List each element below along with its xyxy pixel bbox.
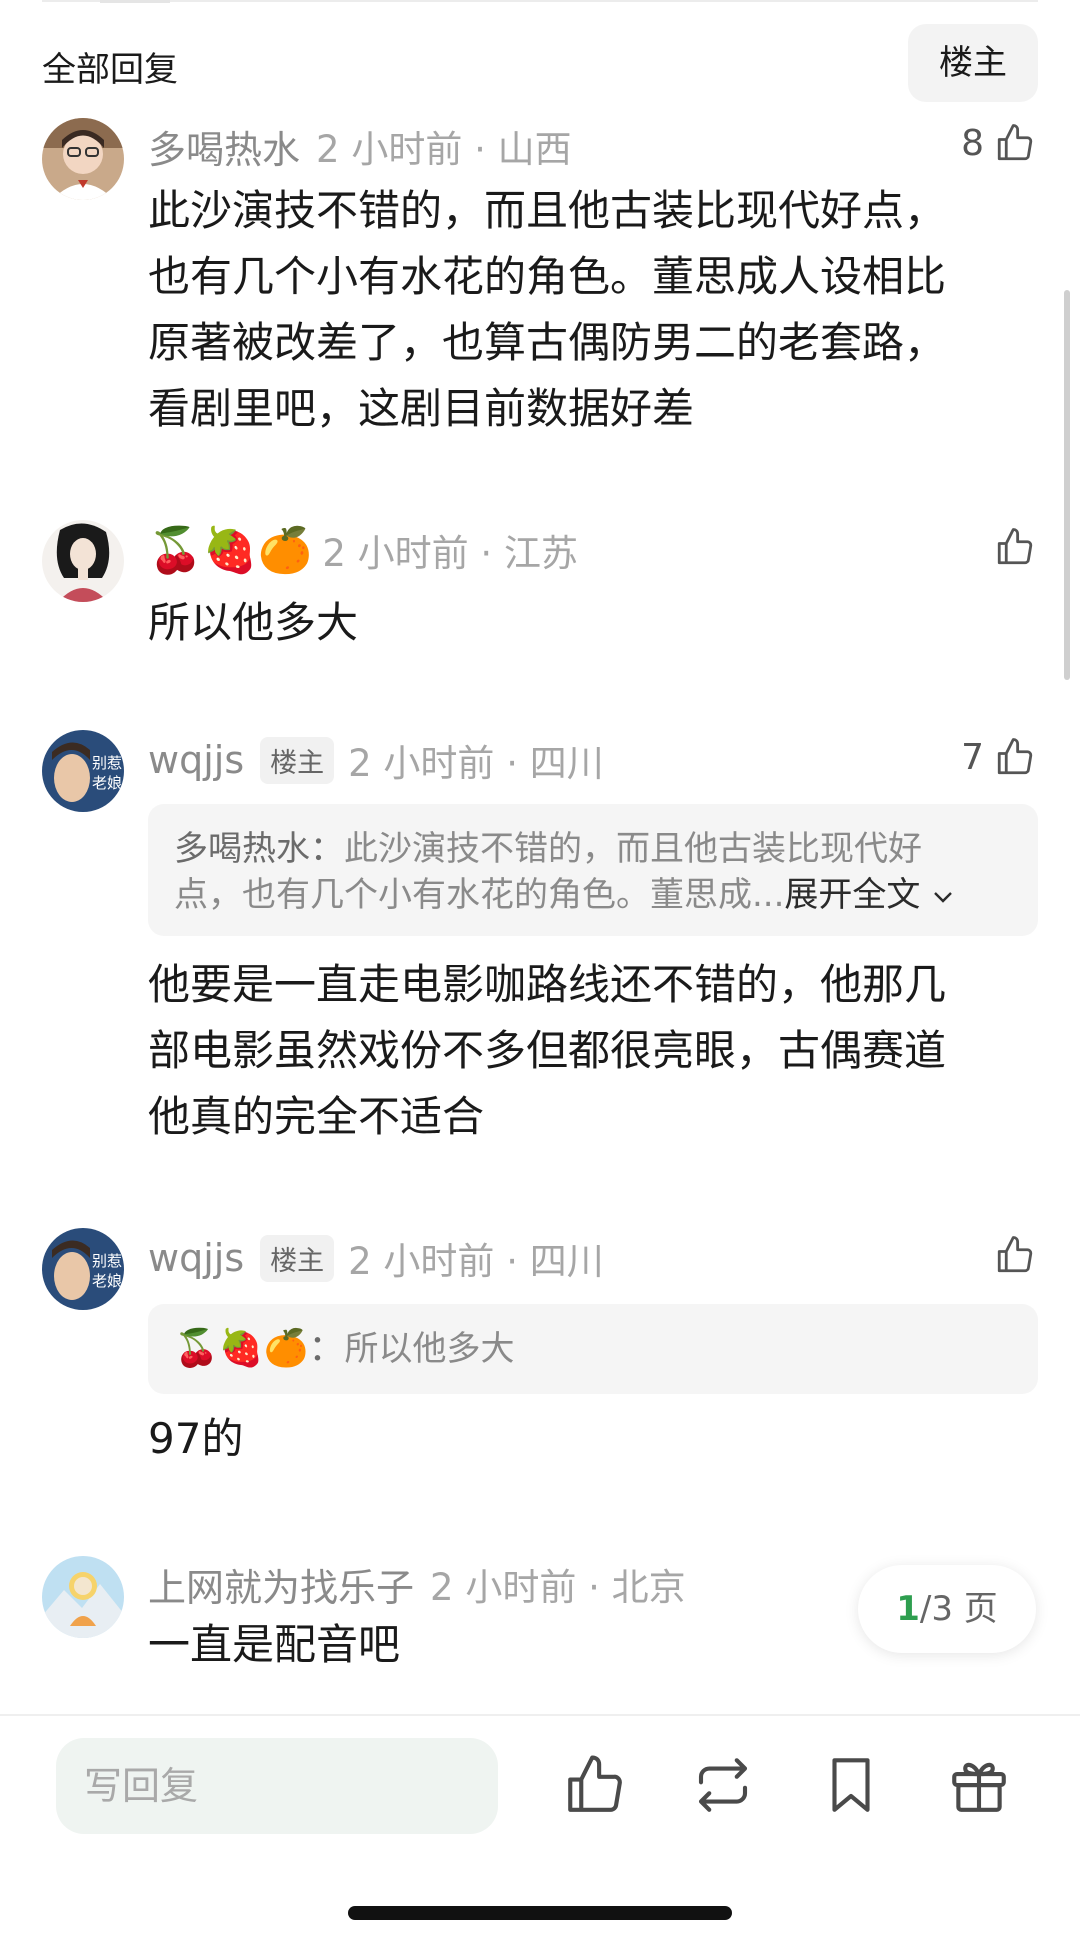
avatar[interactable] bbox=[42, 118, 124, 200]
owner-badge: 楼主 bbox=[260, 736, 335, 784]
page-total: /3 页 bbox=[919, 1589, 998, 1629]
like-count: 8 bbox=[961, 122, 984, 164]
like-button[interactable]: 8 bbox=[961, 122, 1036, 164]
time-location: 2 小时前 · 四川 bbox=[348, 742, 604, 785]
like-button[interactable]: 7 bbox=[961, 736, 1036, 778]
gift-icon[interactable] bbox=[946, 1752, 1012, 1818]
comment-meta: 多喝热水 2 小时前 · 山西 bbox=[148, 118, 572, 174]
avatar-text-2: 老娘 bbox=[92, 774, 122, 792]
avatar[interactable] bbox=[42, 520, 124, 602]
quote-text: 点，也有几个小有水花的角色。董思成... bbox=[174, 875, 785, 915]
thumbs-up-icon bbox=[997, 738, 1033, 775]
quoted-reply[interactable]: 🍒🍓🍊：所以他多大 bbox=[148, 1304, 1038, 1394]
quote-line-2: 点，也有几个小有水花的角色。董思成...展开全文 bbox=[174, 872, 1012, 918]
username[interactable]: wqjjs bbox=[148, 738, 244, 782]
username[interactable]: 上网就为找乐子 bbox=[148, 1557, 414, 1612]
avatar-text-1: 别惹 bbox=[92, 1252, 122, 1270]
owner-badge: 楼主 bbox=[260, 1234, 335, 1282]
home-indicator[interactable] bbox=[348, 1906, 732, 1920]
avatar-text-1: 别惹 bbox=[92, 754, 122, 772]
time-location: 2 小时前 · 江苏 bbox=[322, 532, 578, 575]
bookmark-icon[interactable] bbox=[818, 1752, 884, 1818]
username[interactable]: wqjjs bbox=[148, 1236, 244, 1280]
username[interactable]: 多喝热水 bbox=[148, 119, 300, 174]
like-button[interactable] bbox=[984, 1234, 1036, 1276]
scrollbar[interactable] bbox=[1064, 290, 1070, 680]
text-line: 看剧里吧，这剧目前数据好差 bbox=[148, 384, 695, 433]
chevron-down-icon bbox=[934, 891, 953, 903]
top-tab-remnant bbox=[100, 0, 170, 3]
quoted-reply[interactable]: 多喝热水：此沙演技不错的，而且他古装比现代好 点，也有几个小有水花的角色。董思成… bbox=[148, 804, 1038, 936]
emoji-username[interactable]: 🍒🍓🍊 bbox=[148, 524, 312, 576]
expand-full-link[interactable]: 展开全文 bbox=[784, 875, 920, 915]
comment-meta: 上网就为找乐子 2 小时前 · 北京 bbox=[148, 1556, 686, 1612]
quoted-author: 🍒🍓🍊： bbox=[174, 1328, 345, 1369]
like-icon[interactable] bbox=[562, 1752, 628, 1818]
comment-text: 他要是一直走电影咖路线还不错的，他那几 部电影虽然戏份不多但都很亮眼，古偶赛道 … bbox=[148, 952, 1018, 1150]
text-line: 原著被改差了，也算古偶防男二的老套路， bbox=[148, 318, 947, 367]
top-divider bbox=[42, 0, 1038, 2]
reply-input[interactable]: 写回复 bbox=[56, 1738, 498, 1834]
bottom-divider bbox=[0, 1714, 1080, 1716]
current-page: 1 bbox=[896, 1589, 920, 1629]
time-location: 2 小时前 · 北京 bbox=[430, 1566, 686, 1609]
quote-line-1: 多喝热水：此沙演技不错的，而且他古装比现代好 bbox=[174, 826, 1012, 872]
like-count: 7 bbox=[961, 736, 984, 778]
like-button[interactable] bbox=[984, 526, 1036, 568]
comment-meta: 🍒🍓🍊 2 小时前 · 江苏 bbox=[148, 520, 578, 580]
comment-text: 此沙演技不错的，而且他古装比现代好点， 也有几个小有水花的角色。董思成人设相比 … bbox=[148, 178, 1018, 442]
quote-text: 所以他多大 bbox=[344, 1329, 515, 1369]
avatar-text-2: 老娘 bbox=[92, 1272, 122, 1290]
comment-text: 97的 bbox=[148, 1414, 244, 1463]
page-indicator[interactable]: 1/3 页 bbox=[858, 1565, 1036, 1653]
avatar[interactable]: 别惹 老娘 bbox=[42, 1228, 124, 1310]
avatar[interactable]: 别惹 老娘 bbox=[42, 730, 124, 812]
quoted-author: 多喝热水： bbox=[174, 829, 344, 869]
all-replies-title: 全部回复 bbox=[42, 50, 178, 90]
owner-only-button[interactable]: 楼主 bbox=[908, 24, 1038, 102]
quote-text: 此沙演技不错的，而且他古装比现代好 bbox=[344, 829, 922, 869]
comment-meta: wqjjs 楼主 2 小时前 · 四川 bbox=[148, 1228, 604, 1288]
repost-icon[interactable] bbox=[690, 1752, 756, 1818]
time-location: 2 小时前 · 四川 bbox=[348, 1240, 604, 1283]
reply-header: 全部回复 楼主 bbox=[42, 22, 1038, 104]
thumbs-up-icon bbox=[997, 528, 1033, 565]
avatar[interactable] bbox=[42, 1556, 124, 1638]
comment-meta: wqjjs 楼主 2 小时前 · 四川 bbox=[148, 730, 604, 790]
text-line: 他真的完全不适合 bbox=[148, 1092, 485, 1141]
text-line: 他要是一直走电影咖路线还不错的，他那几 bbox=[148, 960, 947, 1009]
text-line: 也有几个小有水花的角色。董思成人设相比 bbox=[148, 252, 947, 301]
text-line: 此沙演技不错的，而且他古装比现代好点， bbox=[148, 186, 947, 235]
text-line: 部电影虽然戏份不多但都很亮眼，古偶赛道 bbox=[148, 1026, 947, 1075]
thumbs-up-icon bbox=[997, 1236, 1033, 1273]
comment-text: 所以他多大 bbox=[148, 598, 359, 647]
time-location: 2 小时前 · 山西 bbox=[316, 128, 572, 171]
thumbs-up-icon bbox=[997, 124, 1033, 161]
